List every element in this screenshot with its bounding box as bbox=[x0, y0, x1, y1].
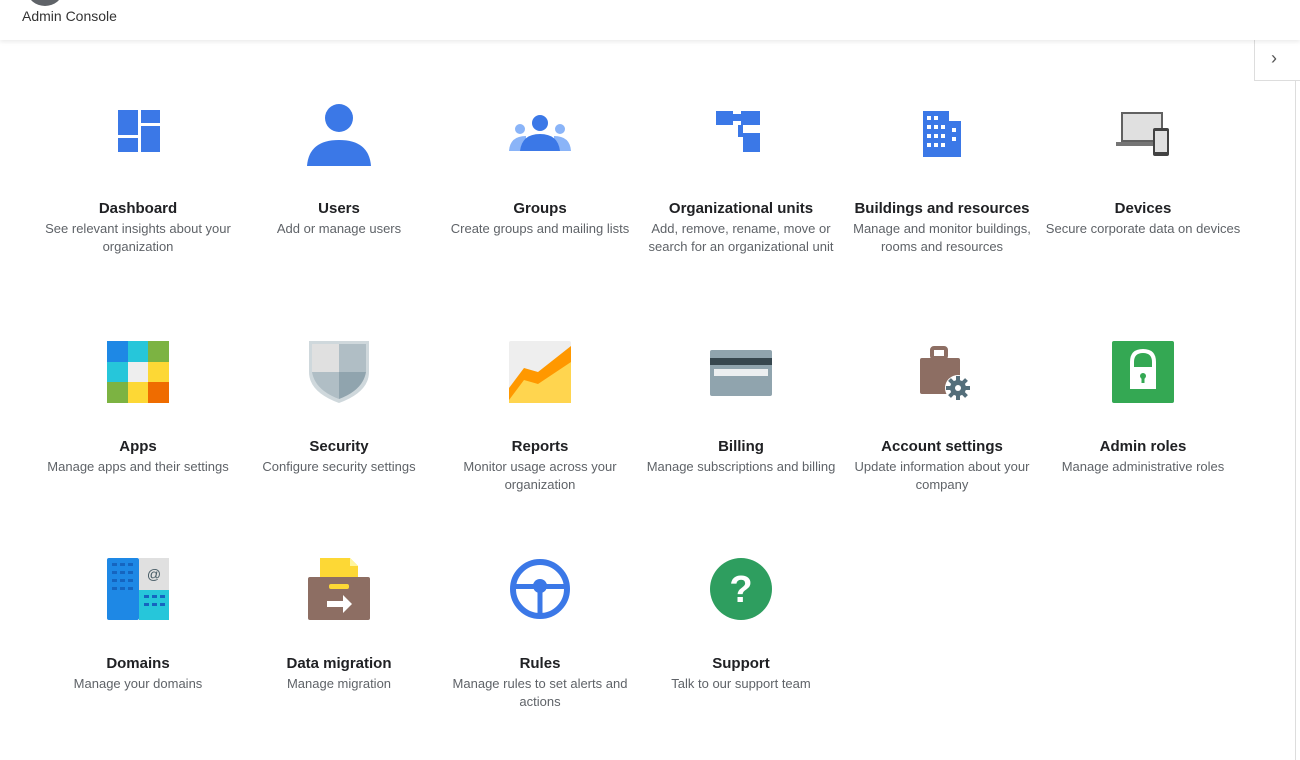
tile-groups[interactable]: Groups Create groups and mailing lists bbox=[440, 100, 640, 238]
tile-rules[interactable]: Rules Manage rules to set alerts and act… bbox=[440, 555, 640, 711]
help-circle-icon: ? bbox=[710, 558, 772, 620]
devices-icon bbox=[1116, 112, 1169, 156]
chevron-right-icon: › bbox=[1271, 48, 1277, 68]
tile-description: Talk to our support team bbox=[671, 676, 811, 691]
credit-card-icon bbox=[710, 350, 772, 396]
tile-title: Account settings bbox=[881, 438, 1003, 455]
tile-title: Devices bbox=[1114, 200, 1172, 217]
lock-icon bbox=[1112, 341, 1174, 403]
briefcase-gear-icon bbox=[920, 346, 971, 401]
building-icon bbox=[923, 111, 961, 157]
tile-description: Configure security settings bbox=[262, 459, 416, 474]
side-panel-toggle[interactable]: › bbox=[1254, 40, 1300, 81]
tile-description: Create groups and mailing lists bbox=[450, 221, 630, 236]
tile-title: Reports bbox=[511, 438, 569, 455]
svg-text:@: @ bbox=[147, 566, 161, 582]
tile-title: Admin roles bbox=[1099, 438, 1187, 455]
tile-users[interactable]: Users Add or manage users bbox=[239, 100, 439, 238]
tile-description: Manage subscriptions and billing bbox=[646, 459, 836, 474]
app-header: Admin Console bbox=[0, 0, 1300, 40]
tile-devices[interactable]: Devices Secure corporate data on devices bbox=[1043, 100, 1243, 238]
tile-title: Security bbox=[309, 438, 369, 455]
tile-description: Add or manage users bbox=[276, 221, 402, 236]
tile-description: Manage and monitor buildings, rooms and … bbox=[853, 221, 1031, 254]
tile-support[interactable]: ? Support Talk to our support team bbox=[641, 555, 841, 693]
tile-security[interactable]: Security Configure security settings bbox=[239, 338, 439, 476]
tile-title: Rules bbox=[519, 655, 561, 672]
org-tree-icon bbox=[716, 111, 760, 152]
tile-title: Support bbox=[712, 655, 770, 672]
tile-description: Monitor usage across your organization bbox=[463, 459, 617, 492]
reports-chart-icon bbox=[509, 341, 571, 403]
apps-grid-icon bbox=[107, 341, 169, 403]
tile-account-settings[interactable]: Account settings Update information abou… bbox=[842, 338, 1042, 494]
tile-description: Update information about your company bbox=[854, 459, 1030, 492]
migration-box-icon bbox=[308, 558, 370, 620]
steering-wheel-icon bbox=[510, 559, 570, 619]
tile-admin-roles[interactable]: Admin roles Manage administrative roles bbox=[1043, 338, 1243, 476]
tile-domains[interactable]: @ Domains Manage your domains bbox=[38, 555, 238, 693]
shield-icon bbox=[309, 341, 369, 403]
tile-apps[interactable]: Apps Manage apps and their settings bbox=[38, 338, 238, 476]
tile-org-units[interactable]: Organizational units Add, remove, rename… bbox=[641, 100, 841, 256]
tile-dashboard[interactable]: Dashboard See relevant insights about yo… bbox=[38, 100, 238, 256]
tile-description: Manage apps and their settings bbox=[47, 459, 229, 474]
tile-description: Manage rules to set alerts and actions bbox=[452, 676, 628, 709]
tile-reports[interactable]: Reports Monitor usage across your organi… bbox=[440, 338, 640, 494]
groups-icon bbox=[509, 115, 571, 151]
domains-icon: @ bbox=[107, 558, 169, 620]
tile-description: Manage migration bbox=[286, 676, 392, 691]
tile-description: Manage your domains bbox=[73, 676, 203, 691]
tile-title: Domains bbox=[106, 655, 170, 672]
tile-title: Users bbox=[318, 200, 360, 217]
app-logo[interactable] bbox=[28, 0, 62, 6]
tile-title: Billing bbox=[718, 438, 764, 455]
tile-title: Organizational units bbox=[668, 200, 814, 217]
tile-buildings[interactable]: Buildings and resources Manage and monit… bbox=[842, 100, 1042, 256]
tile-description: Secure corporate data on devices bbox=[1045, 221, 1241, 236]
tile-title: Dashboard bbox=[98, 200, 178, 217]
side-panel-border bbox=[1295, 80, 1296, 760]
tile-title: Apps bbox=[119, 438, 157, 455]
tile-billing[interactable]: Billing Manage subscriptions and billing bbox=[641, 338, 841, 476]
tile-title: Groups bbox=[513, 200, 567, 217]
tile-title: Buildings and resources bbox=[854, 200, 1030, 217]
page-title: Admin Console bbox=[22, 8, 117, 24]
tile-data-migration[interactable]: Data migration Manage migration bbox=[239, 555, 439, 693]
tile-title: Data migration bbox=[286, 655, 392, 672]
tile-description: Add, remove, rename, move or search for … bbox=[648, 221, 834, 254]
dashboard-icon bbox=[118, 110, 160, 152]
user-icon bbox=[307, 104, 371, 166]
tile-description: Manage administrative roles bbox=[1061, 459, 1225, 474]
tile-description: See relevant insights about your organiz… bbox=[45, 221, 231, 254]
svg-text:?: ? bbox=[729, 569, 752, 611]
